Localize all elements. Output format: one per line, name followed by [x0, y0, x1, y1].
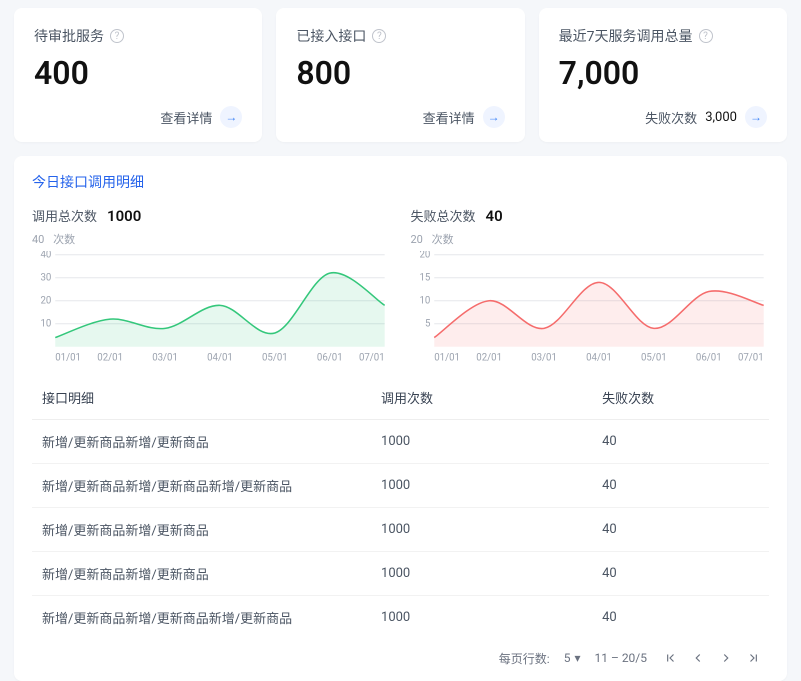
panel-title: 今日接口调用明细 — [32, 172, 769, 192]
table-cell: 新增/更新商品新增/更新商品 — [32, 552, 371, 596]
card-link-label[interactable]: 查看详情 — [160, 108, 212, 127]
svg-text:06/01: 06/01 — [317, 352, 343, 363]
svg-text:05/01: 05/01 — [641, 352, 667, 363]
table-cell: 新增/更新商品新增/更新商品 — [32, 508, 371, 552]
table-cell: 1000 — [371, 552, 592, 596]
chart-value: 1000 — [107, 207, 141, 225]
svg-text:07/01: 07/01 — [737, 352, 763, 363]
svg-text:06/01: 06/01 — [695, 352, 721, 363]
table-cell: 40 — [592, 508, 769, 552]
svg-text:01/01: 01/01 — [55, 352, 81, 363]
svg-text:5: 5 — [424, 319, 430, 330]
table-cell: 40 — [592, 552, 769, 596]
svg-text:07/01: 07/01 — [359, 352, 385, 363]
arrow-right-icon[interactable]: → — [483, 106, 505, 128]
svg-text:04/01: 04/01 — [207, 352, 233, 363]
next-page-icon[interactable] — [717, 649, 735, 667]
table-cell: 40 — [592, 596, 769, 640]
rows-per-page-label: 每页行数: — [499, 650, 550, 667]
chart-value: 40 — [486, 207, 503, 225]
card-value: 800 — [296, 54, 504, 92]
table-row: 新增/更新商品新增/更新商品新增/更新商品100040 — [32, 464, 769, 508]
card-integrated: 已接入接口 ? 800 查看详情 → — [276, 8, 524, 142]
first-page-icon[interactable] — [661, 649, 679, 667]
svg-text:20: 20 — [41, 296, 52, 307]
card-pending: 待审批服务 ? 400 查看详情 → — [14, 8, 262, 142]
table-cell: 40 — [592, 464, 769, 508]
svg-text:40: 40 — [41, 251, 52, 261]
detail-panel: 今日接口调用明细 调用总次数 1000 40 次数 10 20 30 40 01/01 0… — [14, 156, 787, 681]
chart-label: 失败总次数 — [411, 206, 476, 225]
table-row: 新增/更新商品新增/更新商品100040 — [32, 420, 769, 464]
table-cell: 新增/更新商品新增/更新商品新增/更新商品 — [32, 596, 371, 640]
card-value: 7,000 — [559, 54, 767, 92]
svg-text:04/01: 04/01 — [586, 352, 612, 363]
area-chart-fails: 5 10 15 20 01/01 02/01 03/01 04/01 05/01 06/01 07/… — [411, 251, 770, 366]
detail-table: 接口明细调用次数失败次数 新增/更新商品新增/更新商品100040新增/更新商品… — [32, 376, 769, 639]
prev-page-icon[interactable] — [689, 649, 707, 667]
chart-ymax: 40 — [32, 233, 44, 246]
svg-text:15: 15 — [419, 273, 430, 284]
card-title: 待审批服务 — [34, 26, 104, 46]
svg-text:03/01: 03/01 — [152, 352, 178, 363]
table-cell: 1000 — [371, 420, 592, 464]
fail-value: 3,000 — [705, 110, 737, 125]
table-cell: 40 — [592, 420, 769, 464]
card-title: 最近7天服务调用总量 — [559, 26, 693, 46]
arrow-right-icon[interactable]: → — [220, 106, 242, 128]
table-row: 新增/更新商品新增/更新商品100040 — [32, 508, 769, 552]
help-icon[interactable]: ? — [699, 29, 713, 43]
card-value: 400 — [34, 54, 242, 92]
svg-text:02/01: 02/01 — [97, 352, 123, 363]
col-header: 调用次数 — [371, 376, 592, 420]
table-cell: 新增/更新商品新增/更新商品 — [32, 420, 371, 464]
fail-label: 失败次数 — [645, 108, 697, 127]
chart-ymax: 20 — [411, 233, 423, 246]
card-title: 已接入接口 — [296, 26, 366, 46]
svg-text:30: 30 — [41, 273, 52, 284]
svg-text:10: 10 — [41, 319, 52, 330]
page-size-select[interactable]: 5 ▾ — [564, 651, 581, 665]
svg-text:05/01: 05/01 — [262, 352, 288, 363]
arrow-right-icon[interactable]: → — [745, 106, 767, 128]
table-row: 新增/更新商品新增/更新商品新增/更新商品100040 — [32, 596, 769, 640]
chart-unit: 次数 — [432, 233, 454, 246]
table-cell: 1000 — [371, 508, 592, 552]
chart-unit: 次数 — [53, 233, 75, 246]
page-range: 11 – 20/5 — [595, 651, 648, 665]
table-cell: 新增/更新商品新增/更新商品新增/更新商品 — [32, 464, 371, 508]
col-header: 接口明细 — [32, 376, 371, 420]
svg-text:02/01: 02/01 — [476, 352, 502, 363]
svg-text:01/01: 01/01 — [434, 352, 460, 363]
area-chart-calls: 10 20 30 40 01/01 02/01 03/01 04/01 05/01 06/01 07… — [32, 251, 391, 366]
svg-text:03/01: 03/01 — [531, 352, 557, 363]
col-header: 失败次数 — [592, 376, 769, 420]
svg-text:10: 10 — [419, 296, 430, 307]
help-icon[interactable]: ? — [372, 29, 386, 43]
table-row: 新增/更新商品新增/更新商品100040 — [32, 552, 769, 596]
table-cell: 1000 — [371, 596, 592, 640]
chart-total-fails: 失败总次数 40 20 次数 5 10 15 20 01/01 02/01 03/01 04/… — [411, 206, 770, 366]
card-7day-total: 最近7天服务调用总量 ? 7,000 失败次数 3,000 → — [539, 8, 787, 142]
pagination: 每页行数: 5 ▾ 11 – 20/5 — [32, 639, 769, 669]
table-cell: 1000 — [371, 464, 592, 508]
svg-text:20: 20 — [419, 251, 430, 261]
chart-total-calls: 调用总次数 1000 40 次数 10 20 30 40 01/01 02/01 03/01… — [32, 206, 391, 366]
last-page-icon[interactable] — [745, 649, 763, 667]
chevron-down-icon: ▾ — [574, 651, 580, 665]
help-icon[interactable]: ? — [110, 29, 124, 43]
card-link-label[interactable]: 查看详情 — [423, 108, 475, 127]
chart-label: 调用总次数 — [32, 206, 97, 225]
